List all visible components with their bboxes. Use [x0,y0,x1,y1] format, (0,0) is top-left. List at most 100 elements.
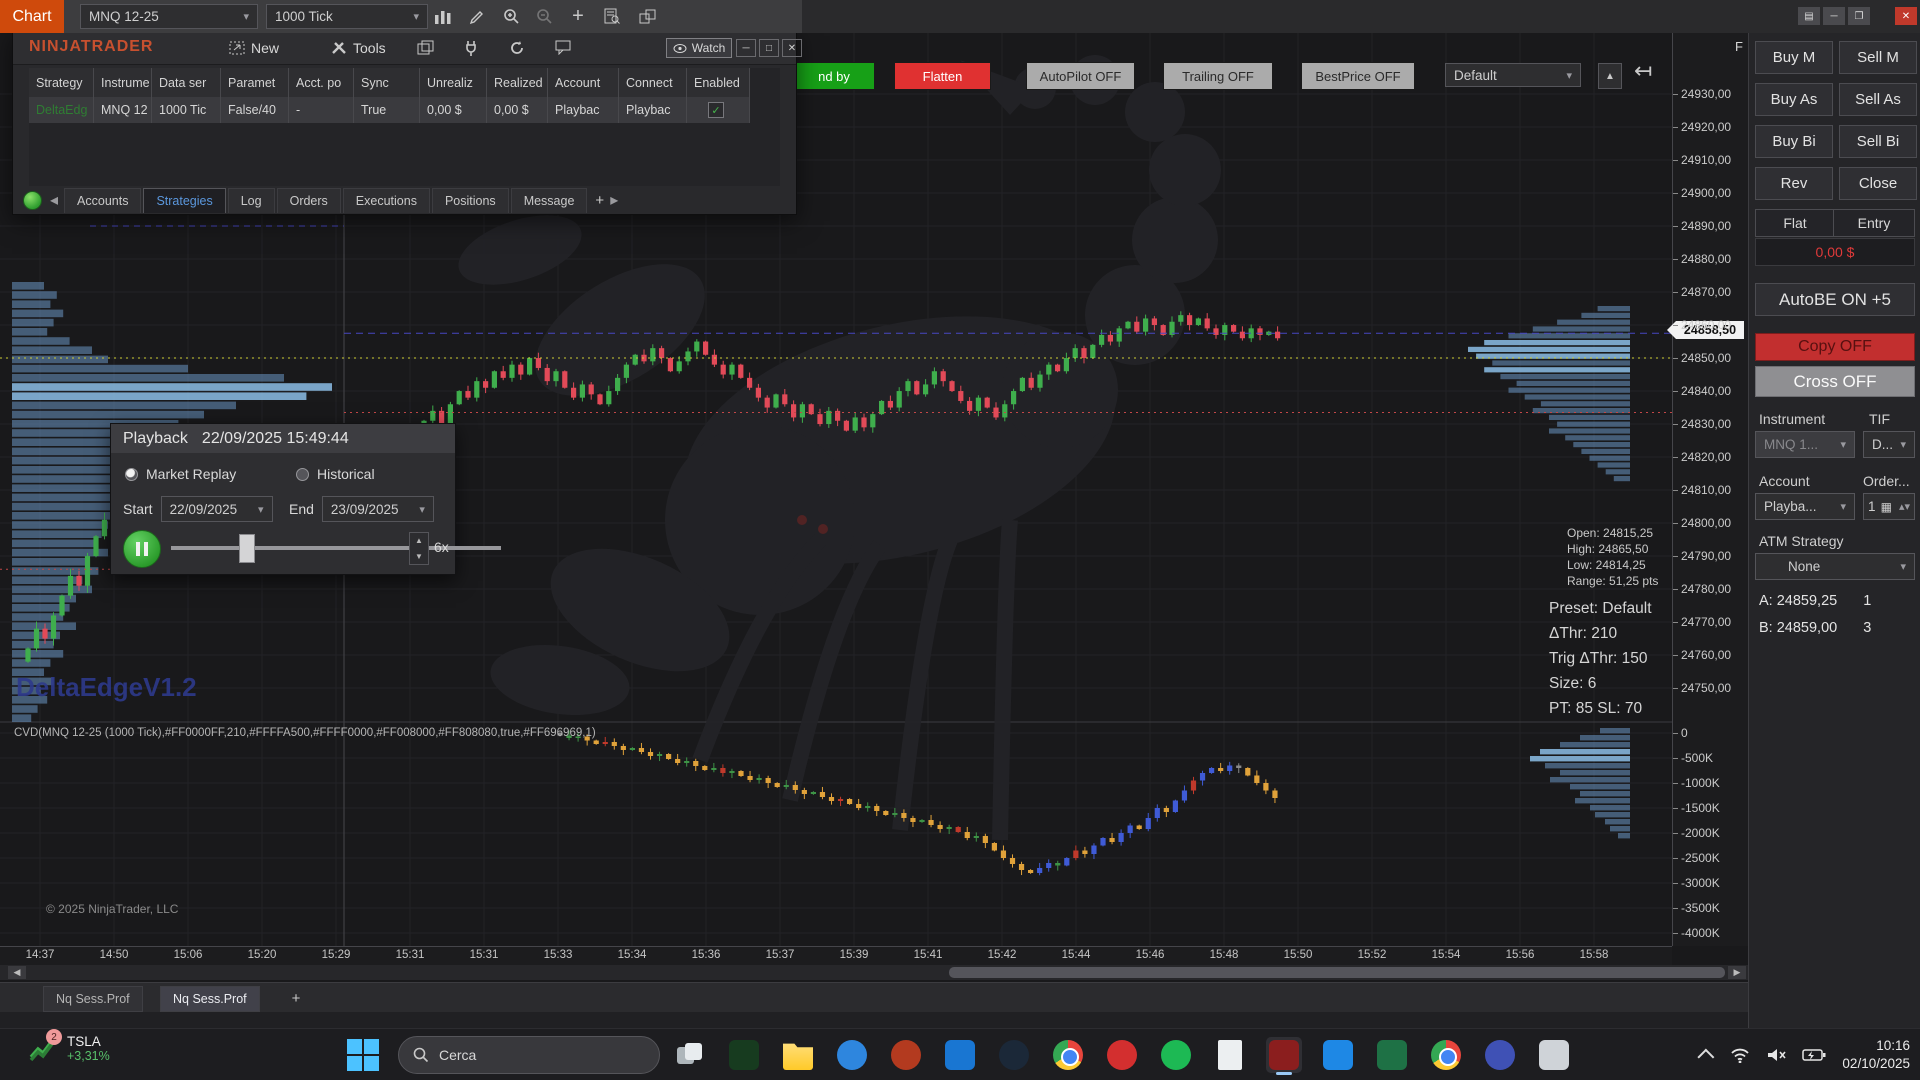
opera-gx-icon[interactable] [1104,1037,1140,1073]
bestprice-off-button[interactable]: BestPrice OFF [1301,62,1415,90]
edge-browser-icon[interactable] [834,1037,870,1073]
tabs-scroll-left-icon[interactable]: ◂ [50,190,58,210]
grid-column-header[interactable]: Instrume [94,68,152,97]
start-date-select[interactable]: 22/09/2025▾ [161,496,273,522]
chrome-browser-icon[interactable] [1050,1037,1086,1073]
firefox-browser-icon[interactable] [888,1037,924,1073]
workspaces-icon[interactable] [413,37,437,58]
instrument-select[interactable]: MNQ 1...▾ [1755,431,1855,458]
speed-slider-track[interactable] [171,546,501,550]
battery-icon[interactable] [1802,1048,1826,1062]
speed-slider-thumb[interactable] [239,534,255,563]
teams-icon[interactable] [1482,1037,1518,1073]
account-select[interactable]: Playba...▾ [1755,493,1855,520]
time-axis[interactable]: 14:3714:5015:0615:2015:2915:3115:3115:33… [0,946,1672,965]
entry-tab[interactable]: Entry [1833,209,1915,237]
grid-column-header[interactable]: Connect [619,68,687,97]
grid-cell[interactable]: 0,00 $ [420,97,487,123]
cc-maximize-button[interactable]: □ [759,39,779,57]
enabled-checkbox[interactable]: ✓ [708,102,724,118]
grid-column-header[interactable]: Realized [487,68,548,97]
zoom-out-icon[interactable] [531,5,557,28]
grid-column-header[interactable]: Sync [354,68,420,97]
grid-column-header[interactable]: Data ser [152,68,221,97]
collapse-up-button[interactable]: ▲ [1598,63,1622,89]
cc-tab-message[interactable]: Message [511,188,588,213]
cc-tab-positions[interactable]: Positions [432,188,509,213]
flat-tab[interactable]: Flat [1755,209,1835,237]
office-app-icon[interactable] [1536,1037,1572,1073]
add-workspace-tab-button[interactable]: + [286,988,306,1008]
sell-market-button[interactable]: Sell M [1839,41,1917,74]
connections-plug-icon[interactable] [459,37,483,58]
interval-select-toolbar[interactable]: 1000 Tick▾ [266,4,428,29]
buy-ask-button[interactable]: Buy As [1755,83,1833,116]
grid-cell[interactable]: MNQ 12 [94,97,152,123]
chart-preset-select[interactable]: Default▾ [1445,63,1581,87]
grid-cell[interactable]: False/40 [221,97,289,123]
instrument-select-toolbar[interactable]: MNQ 12-25▾ [80,4,258,29]
close-button[interactable]: Close [1839,167,1917,200]
link-windows-icon[interactable] [635,5,661,28]
zoom-in-icon[interactable] [498,5,524,28]
new-menu[interactable]: New [229,37,279,58]
ninjatrader-app-icon[interactable] [1266,1037,1302,1073]
crosshair-icon[interactable]: + [565,5,591,28]
buy-bid-button[interactable]: Buy Bi [1755,125,1833,158]
buy-market-button[interactable]: Buy M [1755,41,1833,74]
grid-column-header[interactable]: Account [548,68,619,97]
wifi-icon[interactable] [1730,1047,1750,1063]
notepad-icon[interactable] [1212,1037,1248,1073]
grid-cell[interactable]: 0,00 $ [487,97,548,123]
chart-style-icon[interactable] [430,5,456,28]
trailing-off-button[interactable]: Trailing OFF [1163,62,1273,90]
sell-bid-button[interactable]: Sell Bi [1839,125,1917,158]
volume-muted-icon[interactable] [1766,1047,1786,1063]
watch-button[interactable]: Watch [666,38,732,58]
historical-radio[interactable] [296,468,309,481]
tabs-scroll-right-icon[interactable]: ▸ [610,190,618,210]
workspace-tab[interactable]: Nq Sess.Prof [160,986,260,1012]
atm-strategy-select[interactable]: None▾ [1755,553,1915,580]
quantity-stepper[interactable]: 1▦▴▾ [1863,493,1915,520]
chart-window-tab[interactable]: Chart [0,0,64,33]
horizontal-scrollbar[interactable]: ◀ ▶ [0,965,1748,980]
flatten-button[interactable]: Flatten [894,62,991,90]
autobe-button[interactable]: AutoBE ON +5 [1755,283,1915,316]
chat-icon[interactable] [551,37,575,58]
excel-icon[interactable] [1374,1037,1410,1073]
undock-arrow-icon[interactable]: ↤ [1634,58,1652,84]
grid-cell[interactable]: DeltaEdg [29,97,94,123]
grid-column-header[interactable]: Strategy [29,68,94,97]
scroll-left-arrow[interactable]: ◀ [8,966,26,979]
autopilot-off-button[interactable]: AutoPilot OFF [1026,62,1135,90]
minimize-button[interactable]: ─ [1823,7,1845,25]
grid-cell[interactable]: Playbac [619,97,687,123]
copy-toggle-button[interactable]: Copy OFF [1755,333,1915,361]
cc-tab-executions[interactable]: Executions [343,188,430,213]
start-button[interactable] [346,1038,380,1072]
data-series-icon[interactable] [599,5,625,28]
mail-app-icon[interactable] [1320,1037,1356,1073]
add-tab-button[interactable]: + [595,192,604,209]
steam-icon[interactable] [996,1037,1032,1073]
refresh-icon[interactable] [505,37,529,58]
task-view-icon[interactable] [672,1037,708,1073]
maximize-button[interactable]: ❐ [1848,7,1870,25]
grid-column-header[interactable]: Acct. po [289,68,354,97]
file-explorer-icon[interactable] [780,1037,816,1073]
browser-profile-icon[interactable] [1428,1037,1464,1073]
cross-toggle-button[interactable]: Cross OFF [1755,366,1915,397]
grid-cell[interactable]: ✓ [687,97,750,123]
grid-cell[interactable]: - [289,97,354,123]
grid-column-header[interactable]: Paramet [221,68,289,97]
grid-cell[interactable]: Playbac [548,97,619,123]
grid-cell[interactable]: True [354,97,420,123]
workspace-tab[interactable]: Nq Sess.Prof [43,986,143,1012]
cc-tab-log[interactable]: Log [228,188,275,213]
drawing-tools-icon[interactable] [464,5,490,28]
grid-column-header[interactable]: Unrealiz [420,68,487,97]
stocks-app-icon[interactable] [726,1037,762,1073]
weather-stocks-widget[interactable]: 2 TSLA +3,31% [28,1033,110,1063]
market-replay-radio[interactable] [125,468,138,481]
